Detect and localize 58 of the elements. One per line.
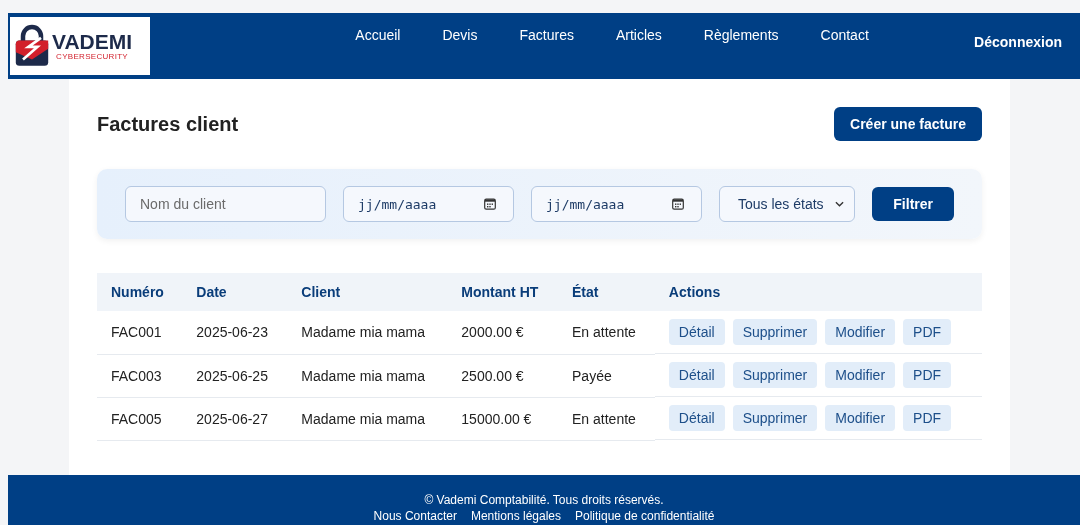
table-cell: Payée <box>572 367 612 384</box>
chevron-down-icon <box>835 201 845 207</box>
action-button[interactable]: PDF <box>903 405 952 431</box>
state-dropdown[interactable]: Tous les états <box>719 186 856 222</box>
nav-link[interactable]: Devis <box>442 27 478 43</box>
page-title: Factures client <box>97 112 239 136</box>
table-cell: Madame mia mama <box>301 324 426 341</box>
action-button[interactable]: Détail <box>668 405 725 431</box>
table-cell: FAC001 <box>111 324 162 341</box>
column-header: État <box>558 273 655 311</box>
footer-link[interactable]: Politique de confidentialité <box>575 509 715 523</box>
create-invoice-button[interactable]: Créer une facture <box>834 107 982 141</box>
logo-tagline: CYBERSECURITY <box>56 52 128 61</box>
table-cell: 2025-06-23 <box>196 324 268 341</box>
nav-link[interactable]: Contact <box>820 27 869 43</box>
action-button[interactable]: Supprimer <box>732 405 818 431</box>
column-header: Actions <box>654 273 982 311</box>
padlock-icon <box>14 24 50 68</box>
column-header: Date <box>182 273 288 311</box>
action-button[interactable]: Détail <box>668 319 725 345</box>
footer-link[interactable]: Mentions légales <box>470 509 561 523</box>
action-button[interactable]: PDF <box>903 362 952 388</box>
table-cell: Madame mia mama <box>301 367 426 384</box>
filter-button[interactable]: Filtrer <box>872 187 954 221</box>
table-cell: En attente <box>572 410 636 427</box>
date-to-field[interactable]: jj/mm/aaaa <box>531 186 702 222</box>
action-button[interactable]: Supprimer <box>732 319 818 345</box>
logout-link[interactable]: Déconnexion <box>974 34 1062 50</box>
column-header: Montant HT <box>447 273 559 311</box>
date-from-field[interactable]: jj/mm/aaaa <box>343 186 514 222</box>
table-cell: 2025-06-27 <box>196 410 268 427</box>
table-cell: 2500.00 € <box>461 367 524 384</box>
table-cell: Madame mia mama <box>301 410 426 427</box>
nav-link[interactable]: Accueil <box>355 27 401 43</box>
action-button[interactable]: Modifier <box>825 319 896 345</box>
logo-wordmark: VADEMI <box>52 31 133 52</box>
table-cell: 2025-06-25 <box>196 367 268 384</box>
copyright-text: © Vademi Comptabilité. Tous droits réservés. <box>423 493 665 507</box>
table-cell: En attente <box>572 324 636 341</box>
action-button[interactable]: Détail <box>668 362 725 388</box>
column-header: Numéro <box>97 273 183 311</box>
action-button[interactable]: Modifier <box>825 362 896 388</box>
calendar-icon <box>672 198 684 210</box>
table-cell: FAC005 <box>111 410 162 427</box>
nav-link[interactable]: Règlements <box>703 27 779 43</box>
client-name-field[interactable]: Nom du client <box>125 186 326 222</box>
action-button[interactable]: PDF <box>903 319 952 345</box>
column-header: Client <box>287 273 448 311</box>
calendar-icon <box>484 198 496 210</box>
logo[interactable]: VADEMI CYBERSECURITY <box>10 17 150 75</box>
table-cell: 2000.00 € <box>461 324 524 341</box>
nav-link[interactable]: Factures <box>519 27 574 43</box>
footer-link[interactable]: Nous Contacter <box>373 509 457 523</box>
table-cell: FAC003 <box>111 367 162 384</box>
action-button[interactable]: Supprimer <box>732 362 818 388</box>
nav-link[interactable]: Articles <box>615 27 662 43</box>
table-cell: 15000.00 € <box>461 410 532 427</box>
action-button[interactable]: Modifier <box>825 405 896 431</box>
